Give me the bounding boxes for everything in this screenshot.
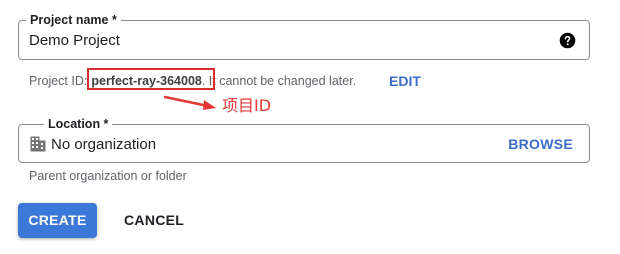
annotation-arrow-icon: [163, 95, 216, 110]
edit-project-id-button[interactable]: EDIT: [389, 72, 421, 90]
project-name-label: Project name *: [26, 12, 121, 28]
annotation-text: 项目ID: [222, 96, 272, 115]
browse-button[interactable]: BROWSE: [508, 135, 573, 153]
location-value: No organization: [51, 136, 157, 153]
project-id-suffix: . It cannot be changed later.: [201, 74, 357, 88]
project-name-field[interactable]: Project name * Demo Project: [18, 12, 590, 60]
project-name-value[interactable]: Demo Project: [29, 31, 120, 50]
project-id-prefix: Project ID:: [29, 74, 88, 88]
location-field[interactable]: Location * No organization BROWSE: [18, 116, 590, 163]
help-circle-icon[interactable]: [559, 32, 576, 49]
cancel-button[interactable]: CANCEL: [124, 211, 184, 229]
project-id-highlight-box: [87, 68, 215, 90]
create-button[interactable]: CREATE: [18, 203, 97, 238]
location-label: Location *: [44, 116, 113, 132]
location-helper-text: Parent organization or folder: [29, 169, 187, 183]
building-icon: [30, 136, 46, 152]
